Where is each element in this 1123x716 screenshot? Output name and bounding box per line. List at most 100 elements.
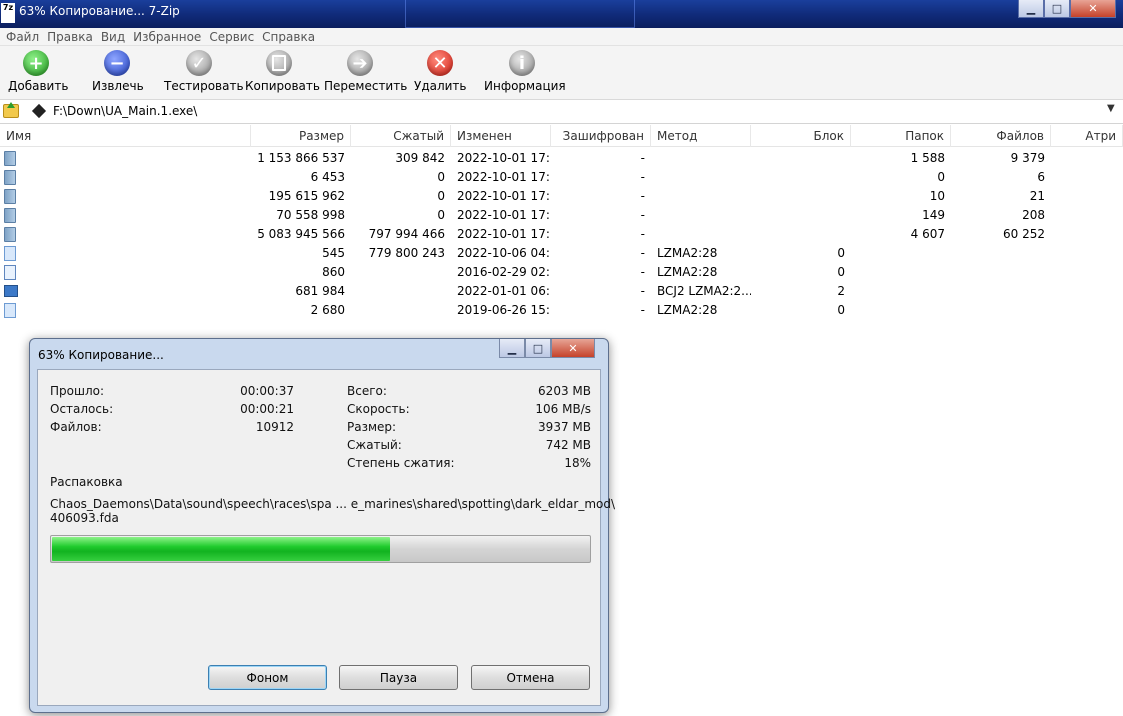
menu-help[interactable]: Справка [258,30,319,44]
menu-favorites[interactable]: Избранное [129,30,205,44]
cell-packed: 309 842 [395,151,445,165]
copy-button-label: Копировать [245,79,320,93]
cell-folders [851,282,951,301]
background-button[interactable]: Фоном [208,665,327,690]
info-button-label: Информация [484,79,566,93]
cell-folders: 4 607 [910,227,945,241]
table-row[interactable]: 545 779 800 243 2022-10-06 04:... - LZMA… [0,244,1123,263]
cell-modified: 2022-10-01 17:... [457,151,551,165]
maximize-icon[interactable]: □ [1044,0,1070,18]
cell-block: 2 [837,284,845,298]
cell-size: 5 083 945 566 [257,227,345,241]
table-row[interactable]: 2 680 2019-06-26 15:... - LZMA2:28 0 [0,301,1123,320]
copy-icon [266,50,292,76]
info-button[interactable]: i Информация [484,50,566,93]
column-packed[interactable]: Сжатый [351,125,451,147]
cell-packed: 0 [437,189,445,203]
cell-block: 0 [837,303,845,317]
extract-button[interactable]: − Извлечь [92,50,144,93]
cell-size: 1 153 866 537 [257,151,345,165]
menu-edit[interactable]: Правка [43,30,97,44]
file-icon [4,303,16,318]
cell-encrypted: - [640,227,645,241]
cell-method [651,149,751,168]
move-icon: ➔ [347,50,373,76]
cell-modified: 2022-10-06 04:... [457,246,551,260]
maximize-icon[interactable]: □ [525,339,551,358]
menu-file[interactable]: Файл [2,30,43,44]
progress-dialog: 63% Копирование... ▁ □ ✕ Прошло: 00:00:3… [29,338,615,713]
column-name[interactable]: Имя [0,125,251,147]
cell-packed [351,282,451,301]
window-title: 63% Копирование... 7-Zip [19,4,180,18]
folder-icon [4,189,16,204]
table-row[interactable]: 681 984 2022-01-01 06:... - BCJ2 LZMA2:2… [0,282,1123,301]
test-button[interactable]: ✓ Тестировать [164,50,244,93]
cell-encrypted: - [640,208,645,222]
cell-files: 9 379 [1010,151,1045,165]
table-row[interactable]: 6 453 0 2022-10-01 17:... - 0 6 [0,168,1123,187]
column-size[interactable]: Размер [251,125,351,147]
cell-size: 681 984 [295,284,345,298]
column-modified[interactable]: Изменен [451,125,551,147]
cell-encrypted: - [640,189,645,203]
address-path[interactable]: F:\Down\UA_Main.1.exe\ [53,104,197,118]
minimize-icon[interactable]: ▁ [1018,0,1044,18]
cell-folders: 149 [922,208,945,222]
cell-modified: 2016-02-29 02:... [457,265,551,279]
chevron-down-icon[interactable]: ▼ [1107,103,1115,114]
dialog-title-bar[interactable]: 63% Копирование... ▁ □ ✕ [30,339,608,369]
info-icon: i [509,50,535,76]
move-button[interactable]: ➔ Переместить [324,50,407,93]
column-files[interactable]: Файлов [951,125,1051,147]
cell-size: 2 680 [310,303,345,317]
column-attributes[interactable]: Атри [1051,125,1123,147]
table-row[interactable]: 860 2016-02-29 02:... - LZMA2:28 0 [0,263,1123,282]
table-row[interactable]: 195 615 962 0 2022-10-01 17:... - 10 21 [0,187,1123,206]
cell-folders: 10 [929,189,945,203]
cell-modified: 2022-10-01 17:... [457,227,551,241]
cancel-button[interactable]: Отмена [471,665,590,690]
window-controls: ▁ □ ✕ [1018,0,1116,18]
close-icon[interactable]: ✕ [1070,0,1116,18]
menu-view[interactable]: Вид [97,30,129,44]
add-button[interactable]: + Добавить [8,50,69,93]
copy-button[interactable]: Копировать [245,50,320,93]
ratio-value: 18% [564,456,591,470]
cell-modified: 2019-06-26 15:... [457,303,551,317]
cell-folders [851,263,951,282]
speed-value: 106 MB/s [535,402,591,416]
add-button-label: Добавить [8,79,69,93]
cell-block [751,187,851,206]
cell-encrypted: - [640,265,645,279]
folder-icon [4,208,16,223]
column-method[interactable]: Метод [651,125,751,147]
minimize-icon[interactable]: ▁ [499,339,525,358]
up-folder-icon[interactable] [3,102,19,118]
cell-block: 0 [837,246,845,260]
cell-method: LZMA2:28 [657,303,718,317]
list-rows: 1 153 866 537 309 842 2022-10-01 17:... … [0,149,1123,320]
cell-files: 60 252 [1003,227,1045,241]
folder-icon [4,151,16,166]
menu-tools[interactable]: Сервис [205,30,258,44]
table-row[interactable]: 70 558 998 0 2022-10-01 17:... - 149 208 [0,206,1123,225]
table-row[interactable]: 1 153 866 537 309 842 2022-10-01 17:... … [0,149,1123,168]
app-icon[interactable]: 7z [1,3,15,23]
main-title-bar: 7z 63% Копирование... 7-Zip ▁ □ ✕ [0,0,1123,28]
title-bar-decoration [405,0,635,28]
pause-button[interactable]: Пауза [339,665,458,690]
column-folders[interactable]: Папок [851,125,951,147]
progress-bar-fill [52,537,390,561]
delete-icon: ✕ [427,50,453,76]
column-block[interactable]: Блок [751,125,851,147]
cell-modified: 2022-10-01 17:... [457,208,551,222]
cell-files [951,301,1051,320]
packed-value: 742 MB [545,438,591,452]
close-icon[interactable]: ✕ [551,339,595,358]
column-encrypted[interactable]: Зашифрован [551,125,651,147]
table-row[interactable]: 5 083 945 566 797 994 466 2022-10-01 17:… [0,225,1123,244]
cell-files: 6 [1037,170,1045,184]
cell-modified: 2022-10-01 17:... [457,170,551,184]
delete-button[interactable]: ✕ Удалить [414,50,467,93]
